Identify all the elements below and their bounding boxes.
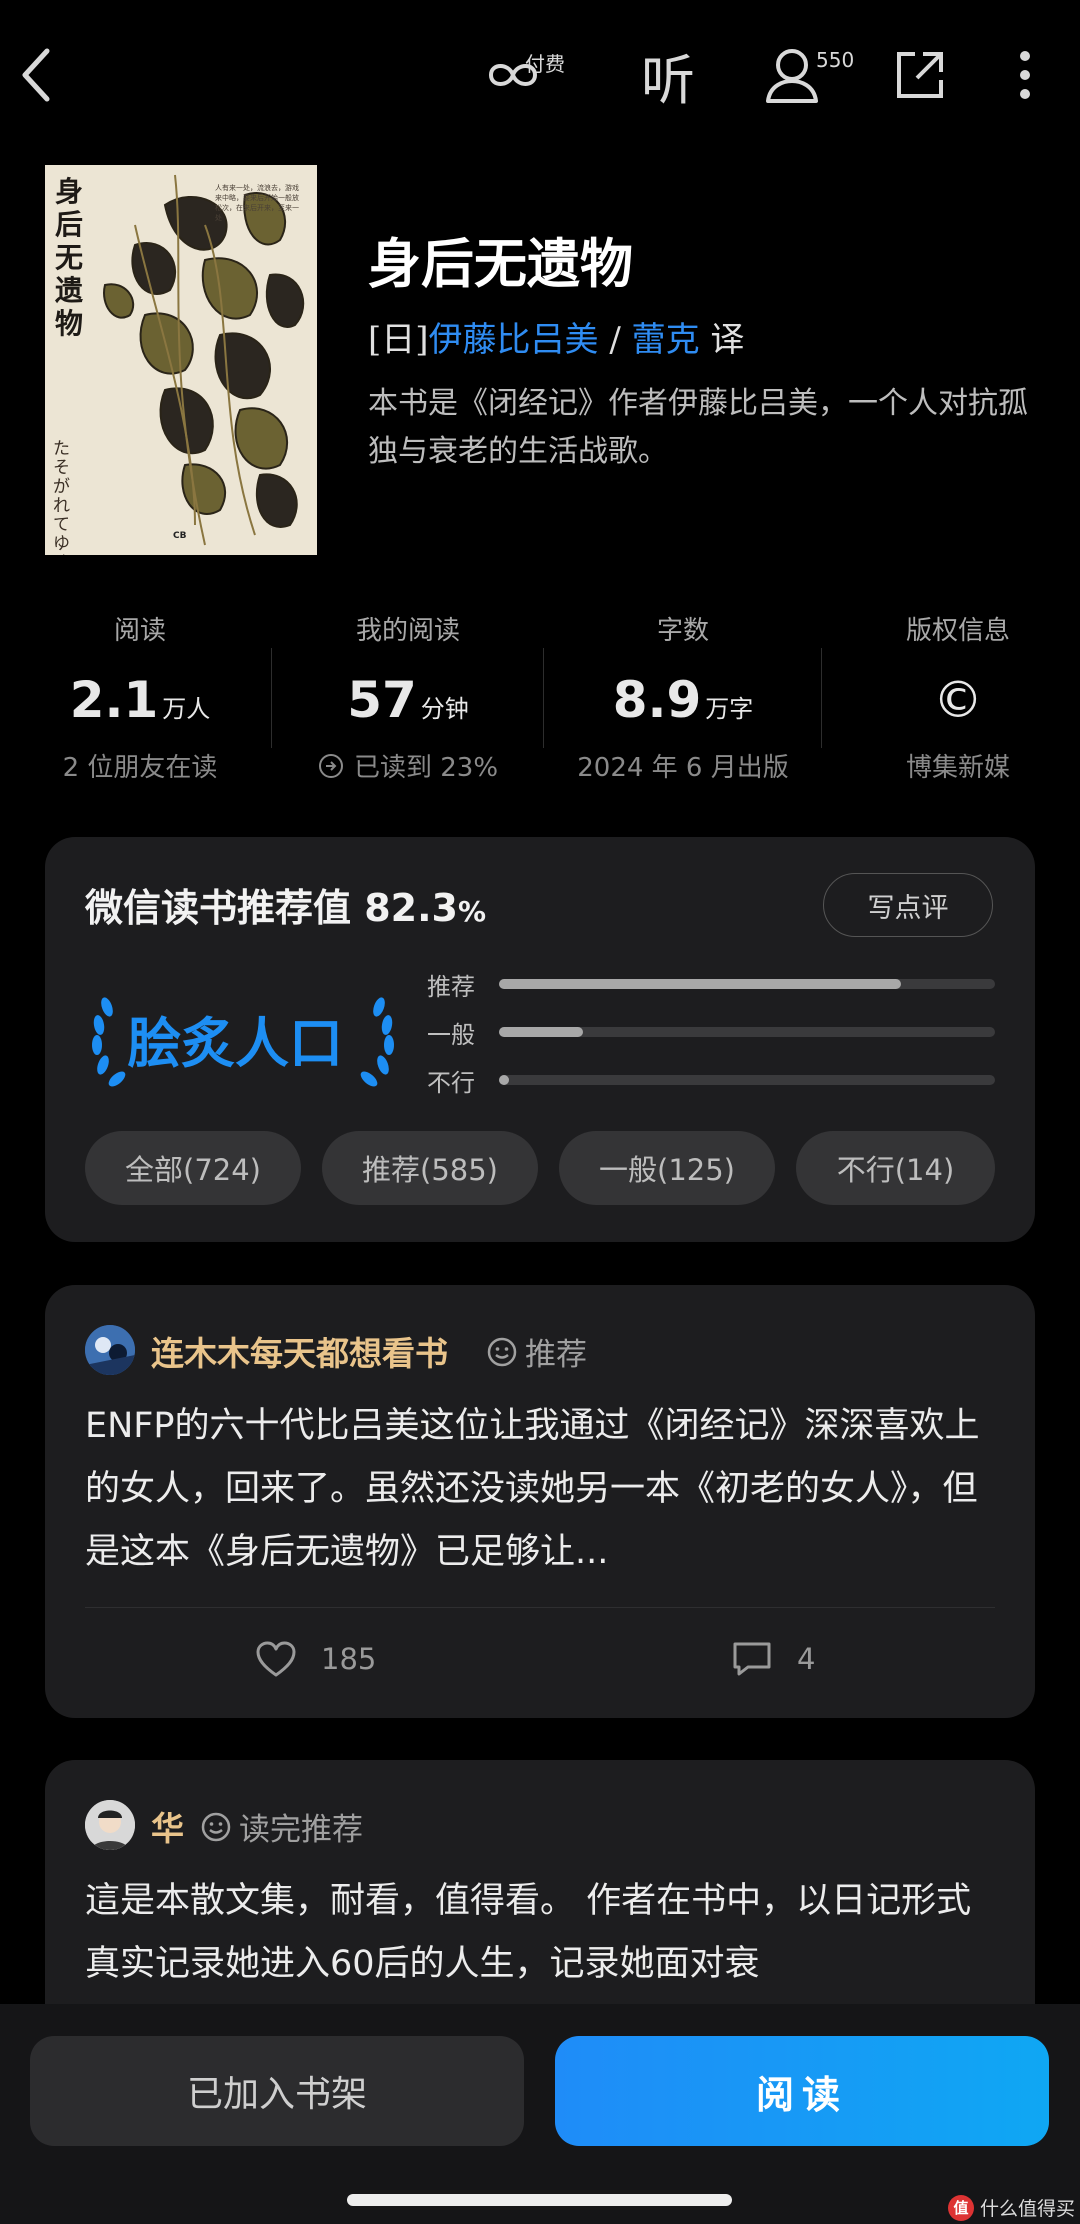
stat-label: 版权信息 <box>905 616 1010 646</box>
stat-divider <box>271 648 272 748</box>
filter-recommend[interactable]: 推荐(585) <box>322 1131 538 1205</box>
stat-value: 2.1 万人 <box>69 671 211 729</box>
back-icon[interactable] <box>2 40 72 110</box>
read-button[interactable]: 阅读 <box>555 2036 1049 2146</box>
stat-label: 字数 <box>656 616 709 646</box>
author-prefix: [日] <box>368 320 429 360</box>
smile-icon <box>487 1337 517 1366</box>
filter-all[interactable]: 全部(724) <box>85 1131 301 1205</box>
author-link[interactable]: 伊藤比吕美 <box>429 320 599 360</box>
bar-fill <box>499 979 901 989</box>
followers-count: 550 <box>816 48 855 72</box>
added-to-shelf-button[interactable]: 已加入书架 <box>30 2036 524 2146</box>
stat-my-reading[interactable]: 我的阅读 57 分钟 已读到 23% <box>298 610 518 784</box>
more-icon[interactable] <box>990 40 1060 110</box>
stat-copyright[interactable]: 版权信息 © 博集新媒 <box>848 610 1068 784</box>
top-bar: 付费 听 550 <box>0 0 1080 150</box>
book-description[interactable]: 本书是《闭经记》作者伊藤比吕美，一个人对抗孤独与衰老的生活战歌。 <box>368 380 1028 476</box>
comment-button[interactable]: 4 <box>731 1640 815 1678</box>
stat-value: 8.9 万字 <box>612 671 754 729</box>
stat-sub: 博集新媒 <box>905 753 1010 783</box>
stat-label: 我的阅读 <box>355 616 460 646</box>
smile-icon <box>201 1812 231 1841</box>
bar-recommend: 推荐 <box>427 967 995 1001</box>
cover-title: 身后无遗物 <box>55 175 84 340</box>
like-count: 185 <box>321 1642 377 1676</box>
review-tag: 读完推荐 <box>201 1804 363 1849</box>
review-text[interactable]: ENFP的六十代比吕美这位让我通过《闭经记》深深喜欢上的女人，回来了。虽然还没读… <box>85 1395 1005 1584</box>
stat-word-count[interactable]: 字数 8.9 万字 2024 年 6 月出版 <box>570 610 796 784</box>
stat-value: 57 分钟 <box>347 671 469 729</box>
stat-divider <box>543 648 544 748</box>
book-title: 身后无遗物 <box>368 233 633 295</box>
comment-icon <box>733 1642 771 1676</box>
recommend-value-title: 微信读书推荐值 82.3% <box>85 886 487 930</box>
filter-average[interactable]: 一般(125) <box>559 1131 775 1205</box>
divider <box>85 1607 995 1608</box>
review-username[interactable]: 连木木每天都想看书 <box>151 1327 448 1375</box>
review-card[interactable]: 连木木每天都想看书 推荐 ENFP的六十代比吕美这位让我通过《闭经记》深深喜欢上… <box>45 1285 1035 1718</box>
watermark-logo-icon: 值 <box>948 2194 974 2221</box>
avatar[interactable] <box>85 1800 135 1850</box>
rating-card: 微信读书推荐值 82.3% 写点评 脍炙人口 推荐 一般 不行 全部(724) … <box>45 837 1035 1242</box>
stat-label: 阅读 <box>113 616 166 646</box>
bottom-action-bar: 已加入书架 阅读 值 什么值得买 <box>0 2004 1080 2224</box>
bar-fill <box>499 1027 584 1037</box>
progress-arrow-icon <box>318 753 343 778</box>
home-indicator[interactable] <box>347 2194 732 2206</box>
comment-count: 4 <box>797 1642 816 1676</box>
author-separator: / <box>598 320 632 360</box>
stat-sub: 已读到 23% <box>298 747 518 784</box>
review-username[interactable]: 华 <box>151 1802 184 1850</box>
review-tag: 推荐 <box>487 1329 587 1374</box>
stat-divider <box>821 648 822 748</box>
watermark: 值 什么值得买 <box>948 2194 1075 2221</box>
write-review-button[interactable]: 写点评 <box>823 873 993 937</box>
like-button[interactable]: 185 <box>255 1640 376 1678</box>
book-cover[interactable]: 身后无遗物 たそがれてゆく子さん 人有来一处，流浪去，游戏来中略，要来后开始一般… <box>45 165 317 555</box>
translator-link[interactable]: 蕾克 <box>632 320 700 360</box>
stat-sub: 2 位朋友在读 <box>62 753 218 783</box>
rating-badge: 脍炙人口 <box>127 1012 343 1075</box>
cover-publisher-logo: CB <box>173 531 187 541</box>
book-author-line: [日]伊藤比吕美 / 蕾克 译 <box>368 312 744 361</box>
share-icon[interactable] <box>885 40 955 110</box>
cover-japanese-title: たそがれてゆく子さん <box>53 439 70 556</box>
avatar[interactable] <box>85 1325 135 1375</box>
heart-icon <box>256 1641 296 1677</box>
copyright-icon: © <box>933 671 983 729</box>
cover-blurb: 人有来一处，流浪去，游戏来中略，要来后开始一般放松次，在来后开来，至来一处 <box>215 184 299 222</box>
paid-label: 付费 <box>525 52 565 76</box>
listen-button[interactable]: 听 <box>633 40 703 112</box>
bar-average: 一般 <box>427 1015 995 1049</box>
stat-readers[interactable]: 阅读 2.1 万人 2 位朋友在读 <box>30 610 250 784</box>
bar-poor: 不行 <box>427 1063 995 1097</box>
review-text[interactable]: 這是本散文集，耐看，值得看。 作者在书中，以日记形式真实记录她进入60后的人生，… <box>85 1870 1005 1996</box>
stat-sub: 2024 年 6 月出版 <box>577 753 789 783</box>
filter-poor[interactable]: 不行(14) <box>796 1131 995 1205</box>
bar-fill <box>499 1075 509 1085</box>
translator-suffix: 译 <box>699 320 745 360</box>
